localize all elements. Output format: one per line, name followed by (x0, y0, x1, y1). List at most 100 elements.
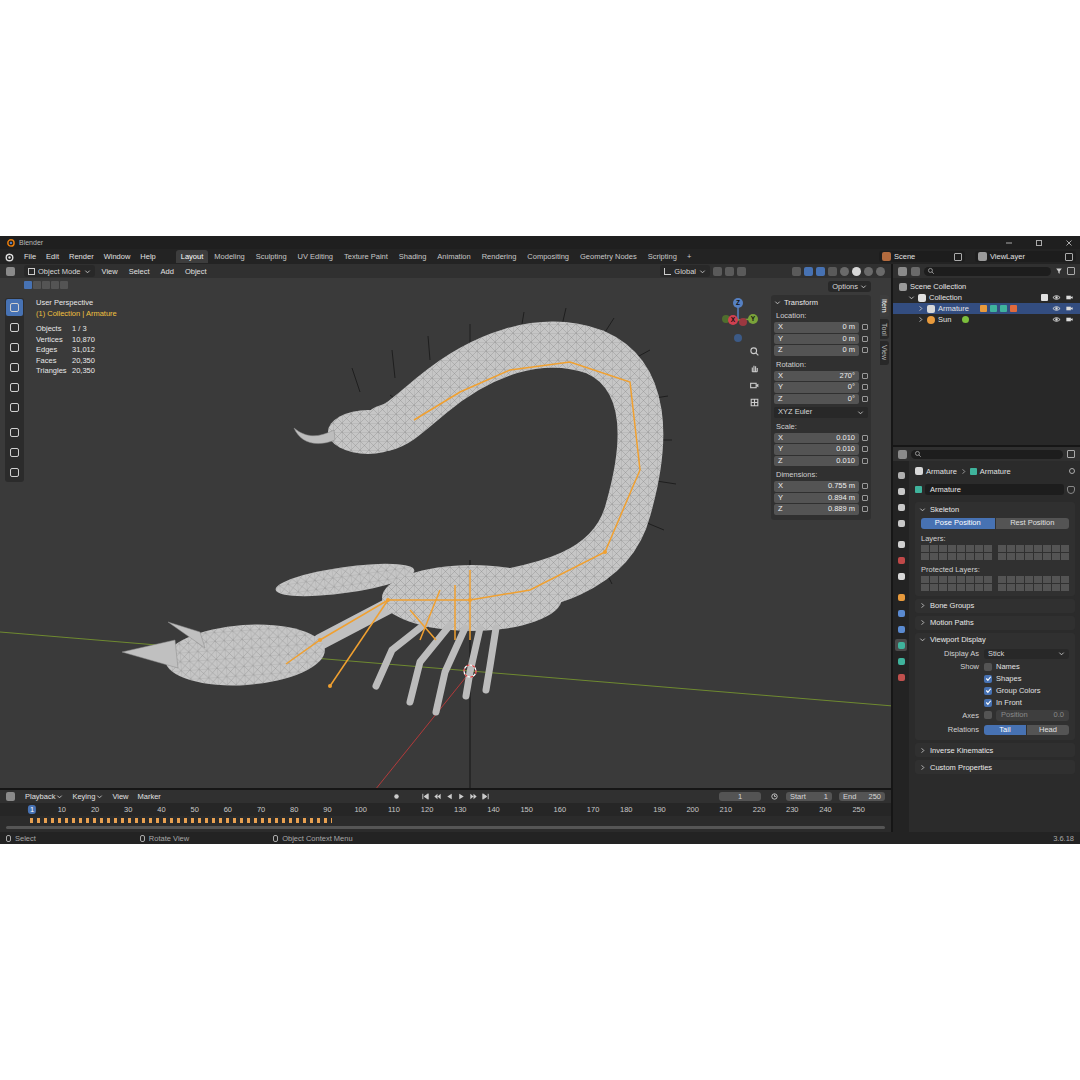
eye-icon[interactable] (1052, 315, 1061, 324)
tool-button[interactable] (6, 424, 23, 441)
timeline-scrollbar[interactable] (0, 825, 891, 830)
camera-icon[interactable] (749, 380, 760, 391)
number-field[interactable]: X 0.755 m (774, 481, 859, 492)
layer-toggle[interactable] (1007, 545, 1015, 552)
outliner-search[interactable] (924, 267, 1051, 276)
copy-icon[interactable] (954, 253, 962, 261)
layer-toggle[interactable] (948, 576, 956, 583)
axes-position-field[interactable]: Position0.0 (996, 710, 1069, 721)
properties-search[interactable] (911, 450, 1063, 459)
render-camera-icon[interactable] (1065, 315, 1074, 324)
jump-start-icon[interactable] (421, 792, 430, 801)
checkbox-row[interactable]: Group Colors (984, 686, 1069, 695)
layer-toggle[interactable] (1061, 584, 1069, 591)
number-field[interactable]: Y 0 m (774, 334, 859, 345)
checkbox-row[interactable]: In Front (984, 698, 1069, 707)
layer-toggle[interactable] (930, 584, 938, 591)
grid-icon[interactable] (749, 397, 760, 408)
zoom-icon[interactable] (749, 346, 760, 357)
section-header[interactable]: Custom Properties (915, 760, 1075, 774)
collapsed-arrow-icon[interactable] (917, 305, 924, 312)
current-frame-field[interactable]: 1 (719, 792, 761, 801)
layer-toggle[interactable] (984, 553, 992, 560)
properties-tab[interactable] (895, 501, 907, 513)
properties-tab[interactable] (895, 570, 907, 582)
layer-toggle[interactable] (1061, 576, 1069, 583)
properties-tab[interactable] (895, 485, 907, 497)
render-camera-icon[interactable] (1065, 304, 1074, 313)
wireframe-shading-icon[interactable] (840, 267, 849, 276)
layer-toggle[interactable] (998, 545, 1006, 552)
options-icon[interactable] (1067, 450, 1075, 458)
properties-tab[interactable] (895, 607, 907, 619)
editor-type-icon[interactable] (898, 450, 907, 459)
layer-toggle[interactable] (1007, 553, 1015, 560)
layer-toggle[interactable] (1052, 576, 1060, 583)
overlay-toggle-icon[interactable] (816, 267, 825, 276)
eye-icon[interactable] (1052, 293, 1061, 302)
snap-icon[interactable] (725, 267, 734, 276)
sidebar-tab[interactable]: View (880, 341, 889, 364)
layer-toggle[interactable] (998, 584, 1006, 591)
minimize-icon[interactable] (1004, 238, 1014, 248)
maximize-icon[interactable] (1034, 238, 1044, 248)
lock-icon[interactable] (862, 347, 868, 353)
number-field[interactable]: Z 0 m (774, 345, 859, 356)
layer-toggle[interactable] (957, 584, 965, 591)
close-icon[interactable] (1064, 238, 1074, 248)
checkbox-row[interactable]: Names (984, 662, 1069, 671)
section-header[interactable]: Motion Paths (915, 616, 1075, 630)
layer-toggle[interactable] (1043, 576, 1051, 583)
menu-item[interactable]: Help (136, 251, 159, 262)
armature-bones[interactable] (286, 362, 640, 686)
outliner-row[interactable]: Scene Collection (893, 281, 1080, 292)
pan-hand-icon[interactable] (749, 363, 760, 374)
frame-ruler[interactable]: 1102030405060708090100110120130140150160… (0, 803, 891, 816)
fake-user-icon[interactable] (1067, 486, 1075, 494)
layer-toggle[interactable] (1061, 553, 1069, 560)
lock-icon[interactable] (862, 506, 868, 512)
position-button[interactable]: Rest Position (996, 518, 1070, 529)
layer-toggle[interactable] (975, 553, 983, 560)
lock-icon[interactable] (862, 336, 868, 342)
section-header[interactable]: Bone Groups (915, 599, 1075, 613)
layer-toggle[interactable] (957, 576, 965, 583)
relations-button[interactable]: Head (1027, 725, 1069, 736)
layer-toggle[interactable] (1016, 576, 1024, 583)
layer-toggle[interactable] (975, 584, 983, 591)
layer-toggle[interactable] (1016, 584, 1024, 591)
sidebar-tab[interactable]: Tool (880, 319, 889, 340)
layer-toggle[interactable] (966, 545, 974, 552)
layer-toggle[interactable] (939, 553, 947, 560)
layer-toggle[interactable] (939, 584, 947, 591)
layer-toggle[interactable] (1043, 553, 1051, 560)
number-field[interactable]: Y 0.894 m (774, 493, 859, 504)
viewport-menu[interactable]: View (98, 267, 122, 276)
layer-toggle[interactable] (930, 553, 938, 560)
layer-toggle[interactable] (1034, 576, 1042, 583)
properties-tab[interactable] (895, 538, 907, 550)
layer-toggle[interactable] (948, 553, 956, 560)
viewport-menu[interactable]: Add (157, 267, 178, 276)
section-header[interactable]: Viewport Display (915, 633, 1075, 647)
clock-icon[interactable] (770, 792, 779, 801)
workspace-tab[interactable]: Animation (432, 250, 475, 263)
workspace-tab[interactable]: Scripting (643, 250, 682, 263)
armature-data-icon[interactable] (915, 486, 922, 493)
number-field[interactable]: Z 0.010 (774, 456, 859, 467)
copy-icon[interactable] (1065, 253, 1073, 261)
layer-toggle[interactable] (1052, 545, 1060, 552)
layer-toggle[interactable] (1016, 545, 1024, 552)
properties-tab[interactable] (895, 655, 907, 667)
number-field[interactable]: X 270° (774, 371, 859, 382)
number-field[interactable]: Z 0.889 m (774, 504, 859, 515)
tool-button[interactable] (6, 379, 23, 396)
timeline-menu[interactable]: Marker (135, 792, 164, 801)
keyframes[interactable] (30, 818, 332, 823)
workspace-tab[interactable]: Layout (176, 250, 209, 263)
play-icon[interactable] (457, 792, 466, 801)
orientation-dropdown[interactable]: Global (660, 265, 710, 277)
layer-toggle[interactable] (1025, 553, 1033, 560)
jump-end-icon[interactable] (481, 792, 490, 801)
checkbox[interactable] (984, 699, 992, 707)
